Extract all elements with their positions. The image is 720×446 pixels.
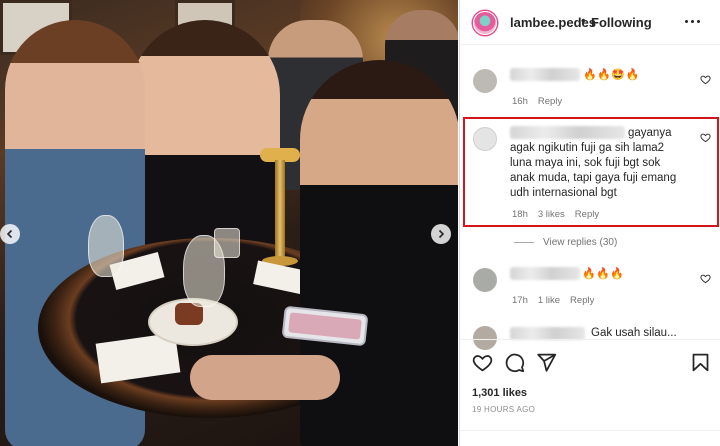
comment-emojis: 🔥🔥🔥 bbox=[582, 268, 625, 280]
more-options-icon[interactable] bbox=[685, 13, 705, 29]
comment-meta: 17h 1 like Reply bbox=[512, 295, 594, 306]
comment-likes[interactable]: 1 like bbox=[538, 295, 560, 306]
separator-dot: • bbox=[581, 13, 586, 28]
redacted-username bbox=[510, 68, 580, 81]
reply-button[interactable]: Reply bbox=[575, 209, 599, 220]
comment-time: 18h bbox=[512, 209, 528, 220]
chevron-right-icon bbox=[438, 229, 445, 239]
prev-photo-button[interactable] bbox=[0, 224, 20, 244]
post-sidebar: lambee.pedes • Following 🔥🔥🤩🔥 16h Reply … bbox=[459, 0, 720, 446]
comment-meta: 16h Reply bbox=[512, 96, 562, 107]
view-replies-label: View replies (30) bbox=[543, 237, 618, 248]
comment-text: gayanya agak ngikutin fuji ga sih lama2 … bbox=[510, 127, 677, 199]
reply-button[interactable]: Reply bbox=[570, 295, 594, 306]
comment-time: 17h bbox=[512, 295, 528, 306]
comment-emojis: 🔥🔥🤩🔥 bbox=[583, 69, 640, 81]
comment-icon[interactable] bbox=[504, 352, 525, 373]
likes-count[interactable]: 1,301 likes bbox=[472, 387, 527, 399]
avatar[interactable] bbox=[473, 127, 497, 151]
table-lamp bbox=[260, 148, 300, 266]
avatar[interactable] bbox=[473, 268, 497, 292]
view-replies-button[interactable]: View replies (30) bbox=[514, 237, 617, 248]
comment-meta: 18h 3 likes Reply bbox=[512, 209, 599, 220]
avatar[interactable] bbox=[473, 69, 497, 93]
chevron-left-icon bbox=[6, 229, 13, 239]
heart-icon[interactable] bbox=[700, 132, 711, 143]
post-header: lambee.pedes • Following bbox=[460, 0, 720, 45]
heart-icon[interactable] bbox=[700, 273, 711, 284]
following-button[interactable]: Following bbox=[591, 15, 652, 30]
heart-icon[interactable] bbox=[472, 352, 493, 373]
avatar[interactable] bbox=[473, 11, 497, 35]
post-timestamp: 19 HOURS AGO bbox=[472, 405, 536, 414]
heart-icon[interactable] bbox=[700, 74, 711, 85]
wine-glass bbox=[88, 215, 124, 277]
post-photo[interactable] bbox=[0, 0, 458, 446]
add-comment-bar[interactable] bbox=[460, 430, 720, 446]
comment-time: 16h bbox=[512, 96, 528, 107]
send-icon[interactable] bbox=[536, 352, 557, 373]
divider-line bbox=[514, 242, 534, 243]
post-actions: 1,301 likes 19 HOURS AGO bbox=[460, 339, 720, 446]
hand bbox=[190, 355, 340, 400]
glass bbox=[214, 228, 240, 258]
reply-button[interactable]: Reply bbox=[538, 96, 562, 107]
comment-likes[interactable]: 3 likes bbox=[538, 209, 565, 220]
next-photo-button[interactable] bbox=[431, 224, 451, 244]
bookmark-icon[interactable] bbox=[690, 352, 711, 373]
redacted-username bbox=[510, 267, 580, 280]
